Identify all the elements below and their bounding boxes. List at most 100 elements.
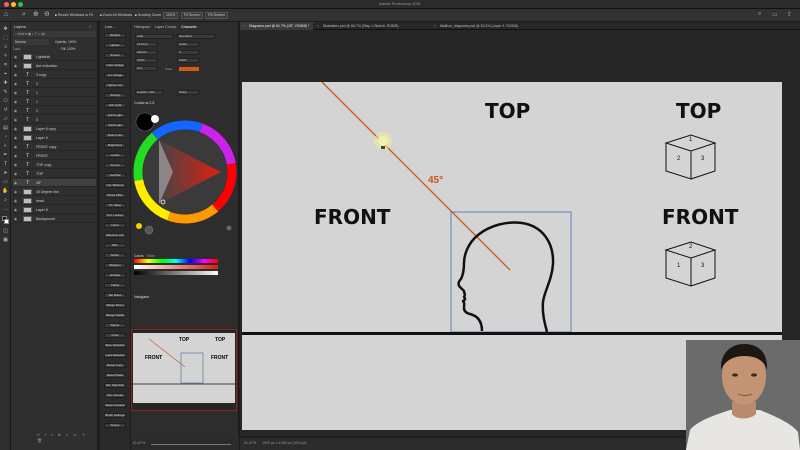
action-button[interactable]: Brightness (104, 143, 126, 148)
zoom-out-icon[interactable]: ⊖ (44, 11, 52, 19)
home-icon[interactable]: ⌂ (4, 11, 12, 19)
layer-row[interactable]: ◉ T 3 copy (13, 71, 96, 79)
action-button[interactable]: Grow (104, 333, 126, 338)
visibility-eye-icon[interactable]: ◉ (14, 208, 18, 212)
hue-slider[interactable] (134, 259, 218, 263)
healing-brush-tool-icon[interactable]: ✚ (2, 80, 9, 86)
edit-toolbar-icon[interactable]: … (2, 206, 9, 212)
document-tab-mailbox[interactable]: Mailbox_diagrams.psd @ 33.3% (Layer 2, R… (431, 22, 531, 30)
screen-mode-icon[interactable]: ▣ (2, 237, 9, 243)
visibility-eye-icon[interactable]: ◉ (14, 199, 18, 203)
visibility-eye-icon[interactable]: ◉ (14, 172, 18, 176)
link-layers-icon[interactable]: ∞ (37, 432, 45, 437)
quick-mask-icon[interactable]: ◫ (2, 228, 9, 234)
action-button[interactable]: Photo Filter (104, 193, 126, 198)
status-zoom[interactable]: 61.67% (244, 441, 256, 445)
opacity-field[interactable]: Opacity: 100% (55, 39, 95, 45)
action-button[interactable]: Clarity (104, 283, 126, 288)
visibility-eye-icon[interactable]: ◉ (14, 181, 18, 185)
layer-row[interactable]: ◉ 45 Degree line (13, 188, 96, 196)
action-button[interactable]: Brush Settings (104, 413, 126, 418)
action-button[interactable]: Load Selection (104, 353, 126, 358)
visibility-eye-icon[interactable]: ◉ (14, 82, 18, 86)
tracking-field[interactable]: 0 (177, 50, 199, 55)
document-tab-illustration[interactable]: Illustration.psd @ 66.7% (Step 1 Sketch,… (314, 22, 430, 30)
new-layer-icon[interactable]: ＋ (82, 432, 91, 437)
action-button[interactable]: Vivid Light (104, 123, 126, 128)
navigator-zoom-slider[interactable] (151, 444, 231, 445)
clone-stamp-tool-icon[interactable]: ⎔ (2, 98, 9, 104)
layer-row[interactable]: ◉ Layer 8 (13, 206, 96, 214)
layer-row[interactable]: ◉ T TOP copy (13, 161, 96, 169)
action-button[interactable]: Curves (104, 163, 126, 168)
zoom-in-icon[interactable]: ⊕ (33, 11, 41, 19)
vertical-scale-field[interactable]: 100% (135, 58, 157, 63)
visibility-eye-icon[interactable]: ◉ (14, 217, 18, 221)
crop-tool-icon[interactable]: ⌗ (2, 62, 9, 68)
type-tool-icon[interactable]: T (2, 161, 9, 167)
layer-row[interactable]: ◉ T FRONT copy (13, 143, 96, 151)
zoom-tool-sidebar-icon[interactable]: ⌕ (2, 197, 9, 203)
action-button[interactable]: Reset Copy (104, 363, 126, 368)
new-group-icon[interactable]: ▭ (73, 432, 82, 437)
baseline-shift-field[interactable]: 0 pt (135, 66, 157, 71)
visibility-eye-icon[interactable]: ◉ (14, 118, 18, 122)
fill-screen-button[interactable]: Fill Screen (205, 12, 228, 19)
background-color-swatch[interactable] (4, 219, 9, 224)
action-button[interactable]: Multiply (104, 33, 126, 38)
resize-windows-checkbox[interactable]: Resize Windows to Fit (55, 12, 94, 19)
action-button[interactable]: Merge Down (104, 303, 126, 308)
antialias-select[interactable]: Sharp (177, 90, 199, 95)
language-select[interactable]: English: USA (135, 90, 163, 95)
action-button[interactable]: Blur (104, 243, 126, 248)
layer-row[interactable]: ◉ T 3 (13, 116, 96, 124)
leading-field[interactable]: (Auto) (177, 42, 199, 47)
delete-layer-icon[interactable]: 🗑 (37, 438, 47, 443)
action-button[interactable]: Col. Balance (104, 183, 126, 188)
action-button[interactable]: Hard Light (104, 113, 126, 118)
brush-tool-icon[interactable]: ✎ (2, 89, 9, 95)
visibility-eye-icon[interactable]: ◉ (14, 100, 18, 104)
tab-character[interactable]: Character (181, 25, 197, 29)
layer-row[interactable]: ◉ T 1 (13, 89, 96, 97)
action-button[interactable]: Arrays (104, 423, 126, 428)
layers-tab[interactable]: Layers (14, 24, 26, 29)
scrubby-zoom-checkbox[interactable]: Scrubby Zoom (135, 12, 161, 19)
navigator-preview[interactable]: TOP TOP FRONT FRONT (130, 328, 238, 412)
action-button[interactable]: Sel. Selection (104, 383, 126, 388)
share-icon[interactable]: ⇪ (787, 11, 792, 18)
adjustment-layer-icon[interactable]: ◑ (65, 432, 72, 437)
layer-row[interactable]: ◉ T FRONT (13, 152, 96, 160)
fill-field[interactable]: Fill: 100% (61, 47, 75, 51)
font-style-select[interactable]: Semibold (177, 34, 215, 39)
kerning-field[interactable]: Metrics (135, 50, 157, 55)
panel-menu-icon[interactable]: ≡ (89, 24, 91, 29)
color-sliders[interactable]: Colors Mixer (133, 254, 237, 286)
layer-row[interactable]: ◉ T 1 (13, 98, 96, 106)
colors-tab[interactable]: Colors (134, 254, 144, 258)
layer-row[interactable]: ◉ T 2 (13, 80, 96, 88)
font-family-select[interactable]: Arial (135, 34, 173, 39)
layer-row[interactable]: ◉ T 45° (13, 179, 96, 187)
visibility-eye-icon[interactable]: ◉ (14, 154, 18, 158)
layer-row[interactable]: ◉ Layer 6 copy (13, 125, 96, 133)
search-icon[interactable]: ⌕ (758, 11, 761, 18)
layer-style-icon[interactable]: fx (45, 432, 58, 437)
visibility-eye-icon[interactable]: ◉ (14, 91, 18, 95)
action-button[interactable]: Col. Lookup (104, 213, 126, 218)
brightness-slider[interactable] (134, 271, 218, 275)
move-tool-icon[interactable]: ✥ (2, 26, 9, 32)
action-button[interactable]: Overlay (104, 93, 126, 98)
shape-tool-icon[interactable]: ▭ (2, 179, 9, 185)
document-tab-diagrams[interactable]: Diagrams.psd @ 61.7% (45°, RGB/8) * (240, 22, 313, 30)
action-button[interactable]: Sel. Inverse (104, 393, 126, 398)
pen-tool-icon[interactable]: ✒ (2, 152, 9, 158)
navigator-zoom-value[interactable]: 61.67% (133, 441, 145, 445)
action-button[interactable]: Ch. Mixer (104, 203, 126, 208)
action-button[interactable]: Merge Visible (104, 313, 126, 318)
visibility-eye-icon[interactable]: ◉ (14, 136, 18, 140)
visibility-eye-icon[interactable]: ◉ (14, 64, 18, 68)
horizontal-scale-field[interactable]: 100% (177, 58, 199, 63)
action-button[interactable]: Screen (104, 53, 126, 58)
zoom-tool-icon[interactable]: ⌕ (22, 11, 30, 19)
